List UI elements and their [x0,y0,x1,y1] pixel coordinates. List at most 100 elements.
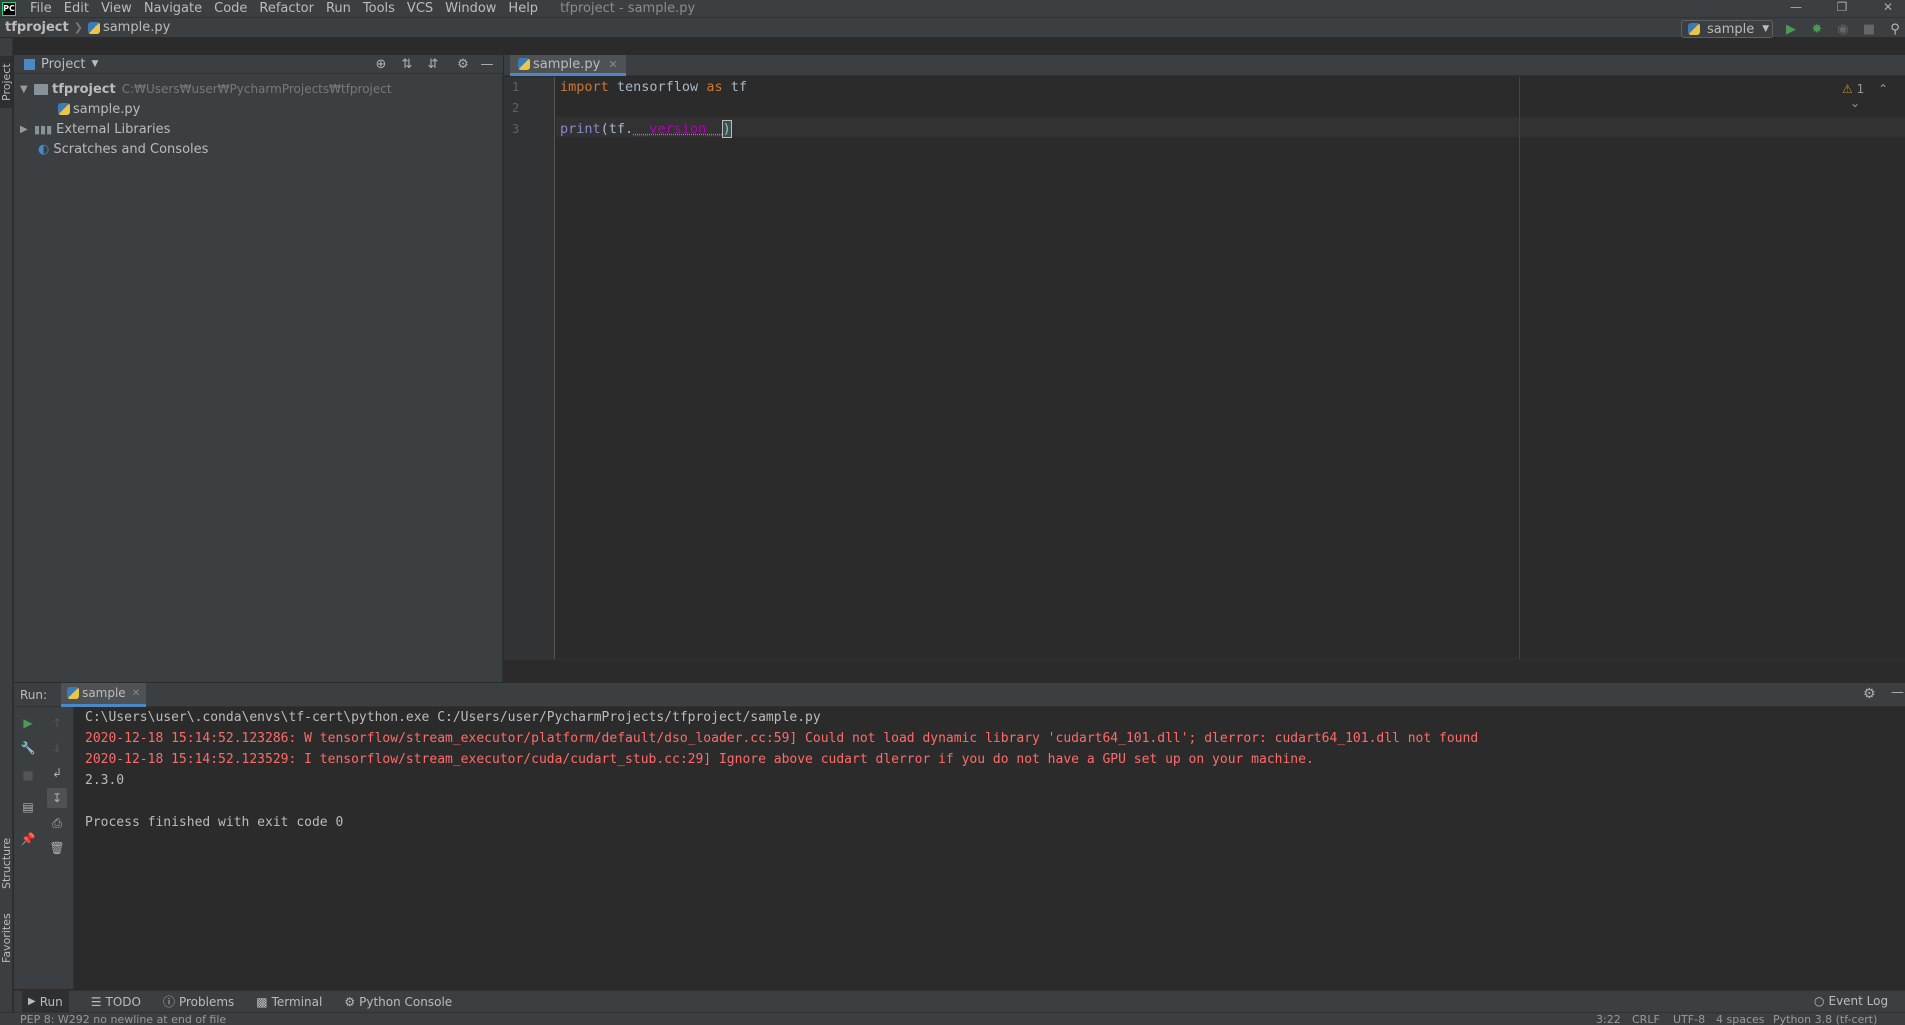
scratches-icon: ◐ [38,141,50,157]
rerun-icon[interactable]: ▶ [18,713,38,733]
trash-icon[interactable]: 🗑 [47,838,67,858]
status-bar: PEP 8: W292 no newline at end of file 3:… [0,1012,1905,1025]
print-icon[interactable]: ⎙ [47,813,67,833]
project-view-icon [24,58,35,70]
menu-bar: PC File Edit View Navigate Code Refactor… [0,0,1905,17]
expand-all-icon[interactable]: ⇅ [397,55,417,74]
run-console-output[interactable]: C:\Users\user\.conda\envs\tf-cert\python… [75,707,1905,989]
warning-count: 1 [1856,82,1865,96]
run-panel-label: Run: [20,687,48,702]
tab-favorites-vertical[interactable]: Favorites [0,908,13,968]
editor-tab-label: sample.py [533,56,601,72]
terminal-icon: ▩ [256,994,268,1009]
line-number: 1 [512,80,520,94]
tool-event-log[interactable]: ○ Event Log [1814,994,1888,1008]
hide-panel-icon[interactable]: — [477,55,497,74]
run-toolbar: ▶ 🔧 ■ ▤ 📌 ↑ ↓ ↲ ↧ ⎙ 🗑 [14,707,74,989]
menu-refactor[interactable]: Refactor [253,0,320,17]
tab-sample-py[interactable]: sample.py ✕ [510,55,626,76]
tool-todo[interactable]: ☰ TODO [91,995,141,1009]
console-line: Process finished with exit code 0 [85,815,344,830]
close-window-icon[interactable]: ✕ [1873,0,1903,17]
tree-item-external-libraries[interactable]: ▶ ▮▮▮ External Libraries [20,119,170,139]
tool-terminal[interactable]: ▩ Terminal [256,995,322,1009]
status-line-separator[interactable]: CRLF [1632,1013,1660,1025]
scroll-to-end-icon[interactable]: ↧ [47,788,67,808]
close-icon[interactable]: ✕ [132,688,140,699]
layout-icon[interactable]: ▤ [18,797,38,817]
menu-code[interactable]: Code [208,0,253,17]
stop-icon[interactable]: ■ [1860,20,1878,38]
status-caret-position[interactable]: 3:22 [1596,1013,1621,1025]
navigation-bar: tfproject ❯ sample.py sample ▼ ▶ ✸ ◉ ■ ⚲ [0,17,1905,38]
menu-navigate[interactable]: Navigate [138,0,208,17]
tab-structure-vertical[interactable]: Structure [0,828,13,898]
menu-window[interactable]: Window [439,0,502,17]
warning-icon: ⚠ [1842,82,1853,96]
run-config-selector[interactable]: sample ▼ [1681,20,1773,38]
breadcrumb-file[interactable]: sample.py [103,20,170,35]
menu-vcs[interactable]: VCS [401,0,439,17]
menu-help[interactable]: Help [502,0,544,17]
right-margin-guide [1519,77,1520,659]
breadcrumb-project[interactable]: tfproject [5,20,69,35]
menu-run[interactable]: Run [320,0,357,17]
menu-file[interactable]: File [24,0,58,17]
tree-item-sample-py[interactable]: sample.py [58,99,140,119]
collapse-all-icon[interactable]: ⇵ [423,55,443,74]
chevron-up-icon[interactable]: ⌃ [1878,82,1888,96]
left-tool-stripe: Project Structure Favorites [0,38,13,1025]
line-number: 3 [512,122,520,136]
line-number: 2 [512,101,520,115]
python-file-icon [58,103,70,115]
coverage-icon[interactable]: ◉ [1834,20,1852,38]
minimize-icon[interactable]: — [1781,0,1811,17]
search-icon[interactable]: ⚲ [1886,20,1904,38]
debug-icon[interactable]: ✸ [1808,20,1826,38]
gear-icon[interactable]: ⚙ [453,55,473,74]
locate-icon[interactable]: ⊕ [371,55,391,74]
menu-tools[interactable]: Tools [357,0,401,17]
tab-project-vertical[interactable]: Project [0,56,13,108]
close-icon[interactable]: ✕ [608,58,617,71]
wrench-icon[interactable]: 🔧 [18,738,38,758]
inspection-widget[interactable]: ⚠ 1 ⌃ ⌄ [1842,82,1905,110]
restore-icon[interactable]: ❐ [1827,0,1857,17]
tree-item-scratches[interactable]: ◐ Scratches and Consoles [38,139,208,159]
tool-run[interactable]: ▶ Run [22,991,69,1012]
status-message[interactable]: PEP 8: W292 no newline at end of file [20,1013,226,1025]
run-panel-header: Run: sample ✕ ⚙ — [14,682,1905,707]
menu-edit[interactable]: Edit [58,0,95,17]
menu-view[interactable]: View [95,0,138,17]
list-icon: ☰ [90,994,102,1009]
chevron-down-icon[interactable]: ▼ [20,84,34,95]
tree-root-path: C:₩Users₩user₩PycharmProjects₩tfproject [121,82,392,96]
soft-wrap-icon[interactable]: ↲ [47,763,67,783]
hide-panel-icon[interactable]: — [1891,685,1904,700]
tree-root-tfproject[interactable]: ▼ tfproject C:₩Users₩user₩PycharmProject… [20,79,392,99]
chevron-right-icon[interactable]: ▶ [20,124,34,135]
editor-tab-bar: sample.py ✕ [504,55,1905,76]
project-panel-header: Project ▼ ⊕ ⇅ ⇵ ⚙ — [14,55,503,74]
editor-gutter: 1 2 3 [504,77,555,659]
stop-icon[interactable]: ■ [18,765,38,785]
console-line: 2.3.0 [85,773,125,788]
pycharm-logo-icon: PC [2,1,16,16]
arrow-down-icon[interactable]: ↓ [47,738,67,758]
tree-item-label: External Libraries [56,121,171,137]
tree-item-label: sample.py [73,101,141,117]
tool-problems[interactable]: ⓘ Problems [163,993,234,1010]
tab-run-sample[interactable]: sample ✕ [61,682,147,707]
run-icon[interactable]: ▶ [1782,20,1800,38]
chevron-down-icon[interactable]: ▼ [91,59,98,69]
tool-python-console[interactable]: ⚙ Python Console [344,995,452,1009]
pin-icon[interactable]: 📌 [18,829,38,849]
chevron-down-icon[interactable]: ⌄ [1850,96,1860,110]
project-panel-title[interactable]: Project [41,57,85,72]
status-encoding[interactable]: UTF-8 [1673,1013,1705,1025]
gear-icon[interactable]: ⚙ [1863,686,1876,702]
status-interpreter[interactable]: Python 3.8 (tf-cert) [1773,1013,1877,1025]
status-indent[interactable]: 4 spaces [1716,1013,1765,1025]
code-editor[interactable]: import tensorflow as tf print(tf.__versi… [556,77,1905,659]
arrow-up-icon[interactable]: ↑ [47,713,67,733]
